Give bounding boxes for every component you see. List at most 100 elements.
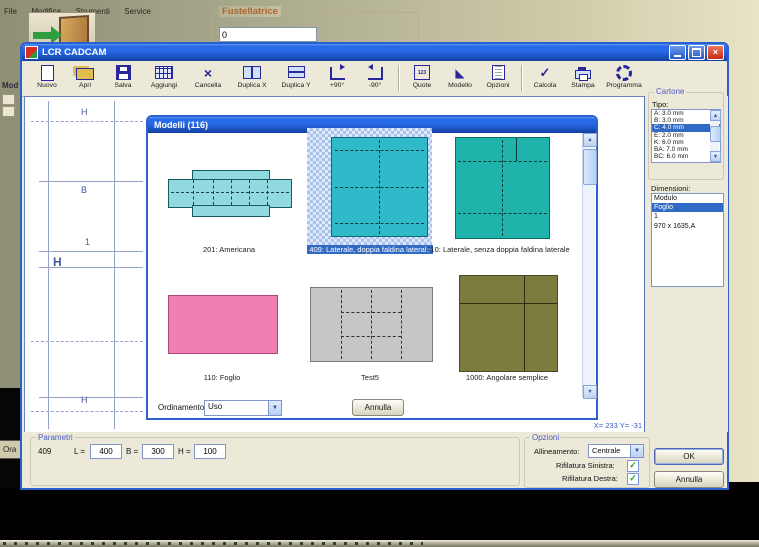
drawing-label-h: H	[81, 107, 88, 117]
toolbar-button-modello[interactable]: Modello	[441, 63, 479, 89]
toolbar-button-stampa[interactable]: Stampa	[564, 63, 602, 89]
template-label-text: 201: Americana	[203, 245, 255, 254]
ordinamento-label: Ordinamento:	[158, 403, 206, 412]
template-thumbnail-201[interactable]	[168, 170, 292, 216]
template-label-test5[interactable]: Test5	[310, 373, 430, 382]
left-panel-fragment-label: Mod	[2, 81, 18, 90]
modelli-dialog: Modelli (116)	[146, 115, 598, 420]
annulla-button[interactable]: Annulla	[654, 471, 724, 488]
scroll-up-icon[interactable]: ▲	[710, 110, 721, 121]
scroll-up-icon[interactable]: ▲	[583, 133, 597, 147]
template-thumbnail-110[interactable]	[168, 295, 278, 354]
toolbar-button-apri[interactable]: Apri	[66, 63, 104, 89]
fold-line	[335, 150, 424, 151]
rifilatura-destra-checkbox[interactable]: ✓	[627, 473, 639, 485]
toolbar-button-calcola[interactable]: Calcola	[526, 63, 564, 89]
template-thumbnail-410[interactable]	[455, 137, 550, 239]
allineamento-dropdown[interactable]: Centrale ▼	[588, 444, 644, 458]
toolbar-button-rotate-plus90[interactable]: +90°	[318, 63, 356, 89]
rifilatura-sinistra-label: Rifilatura Sinistra:	[556, 461, 615, 470]
fold-line	[460, 303, 557, 304]
drawing-label-1: 1	[85, 237, 90, 247]
fold-line	[371, 290, 372, 359]
scroll-down-icon[interactable]: ▼	[710, 151, 721, 162]
parametri-label: Parametri	[36, 433, 75, 442]
l-input[interactable]	[90, 444, 122, 459]
dialog-scrollbar[interactable]: ▲ ▼	[582, 133, 595, 397]
dimensioni-item[interactable]: Modulo	[652, 194, 723, 203]
template-thumbnail-test5[interactable]	[310, 287, 433, 362]
dialog-annulla-button[interactable]: Annulla	[352, 399, 404, 416]
toolbar-label: Apri	[79, 82, 91, 89]
green-arrow-icon	[33, 32, 51, 39]
drawing-line	[31, 411, 143, 412]
fustellatrice-input[interactable]	[219, 27, 317, 42]
check-icon: ✓	[629, 473, 637, 483]
taskbar[interactable]	[0, 540, 759, 547]
toolbar-button-opzioni[interactable]: Opzioni	[479, 63, 517, 89]
menu-service[interactable]: Service	[124, 7, 151, 16]
maximize-button[interactable]	[688, 45, 705, 60]
scrollbar-thumb[interactable]	[583, 149, 597, 185]
tipo-scrollbar[interactable]: ▲ ▼	[710, 110, 719, 160]
thumb-body	[168, 179, 292, 208]
screen: File Modifica Strumenti Service Fustella…	[0, 0, 759, 547]
allineamento-value: Centrale	[589, 445, 630, 457]
toolbar: Nuovo Apri Salva Aggiungi ×Cancella Dupl…	[22, 61, 727, 97]
dimensioni-item-selected[interactable]: Foglio	[652, 203, 723, 212]
close-icon: ×	[713, 48, 718, 57]
window-titlebar[interactable]: LCR CADCAM ×	[22, 44, 727, 61]
toolbar-button-quote[interactable]: Quote	[403, 63, 441, 89]
toolbar-label: Stampa	[571, 82, 594, 89]
toolbar-label: +90°	[330, 82, 344, 89]
toolbar-button-programma[interactable]: Programma	[602, 63, 646, 89]
dimensioni-item[interactable]: 970 x 1635,A	[652, 222, 723, 231]
fold-line	[341, 336, 401, 337]
ordinamento-dropdown[interactable]: Uso ▼	[204, 400, 282, 416]
scroll-down-icon[interactable]: ▼	[583, 385, 597, 399]
toolbar-separator	[398, 65, 399, 91]
dimensions-icon	[414, 65, 430, 80]
toolbar-button-duplica-y[interactable]: Duplica Y	[274, 63, 318, 89]
tipo-label: Tipo:	[652, 100, 668, 109]
dimensioni-item[interactable]: 1	[652, 212, 723, 221]
toolbar-label: Cancella	[195, 82, 221, 89]
menu-file[interactable]: File	[4, 7, 17, 16]
b-input[interactable]	[142, 444, 174, 459]
close-button[interactable]: ×	[707, 45, 724, 60]
toolbar-button-nuovo[interactable]: Nuovo	[28, 63, 66, 89]
ordinamento-value: Uso	[205, 401, 268, 415]
template-label-1000[interactable]: 1000: Angolare semplice	[447, 373, 567, 382]
template-label-text: 1000: Angolare semplice	[466, 373, 548, 382]
left-panel-chip	[2, 94, 15, 105]
toolbar-label: Modello	[448, 82, 472, 89]
template-label-201[interactable]: 201: Americana	[156, 245, 302, 254]
drawing-line	[39, 181, 143, 182]
template-label-110[interactable]: 110: Foglio	[162, 373, 282, 382]
rotate-plus90-icon	[330, 67, 345, 80]
ok-button[interactable]: OK	[654, 448, 724, 465]
taskbar-items	[3, 542, 423, 545]
chevron-down-icon[interactable]: ▼	[268, 401, 281, 415]
minimize-button[interactable]	[669, 45, 686, 60]
toolbar-label: Salva	[114, 82, 131, 89]
toolbar-button-cancella[interactable]: ×Cancella	[186, 63, 230, 89]
toolbar-button-rotate-minus90[interactable]: -90°	[356, 63, 394, 89]
template-thumbnail-409-selected[interactable]	[307, 128, 432, 245]
toolbar-button-aggiungi[interactable]: Aggiungi	[142, 63, 186, 89]
toolbar-button-salva[interactable]: Salva	[104, 63, 142, 89]
rifilatura-sinistra-checkbox[interactable]: ✓	[627, 460, 639, 472]
open-folder-icon	[76, 68, 94, 80]
rifilatura-destra-label: Rifilatura Destra:	[562, 474, 618, 483]
scrollbar-thumb[interactable]	[710, 126, 721, 142]
toolbar-button-duplica-x[interactable]: Duplica X	[230, 63, 274, 89]
h-input[interactable]	[194, 444, 226, 459]
template-thumbnail-1000[interactable]	[459, 275, 558, 372]
toolbar-label: Duplica X	[237, 82, 266, 89]
drawing-line	[48, 101, 49, 429]
drawing-label-b: B	[81, 185, 87, 195]
template-label-410[interactable]: 410: Laterale, senza doppia faldina late…	[412, 245, 584, 254]
l-label: L =	[74, 447, 85, 456]
add-table-icon	[155, 66, 173, 79]
chevron-down-icon[interactable]: ▼	[630, 445, 643, 457]
